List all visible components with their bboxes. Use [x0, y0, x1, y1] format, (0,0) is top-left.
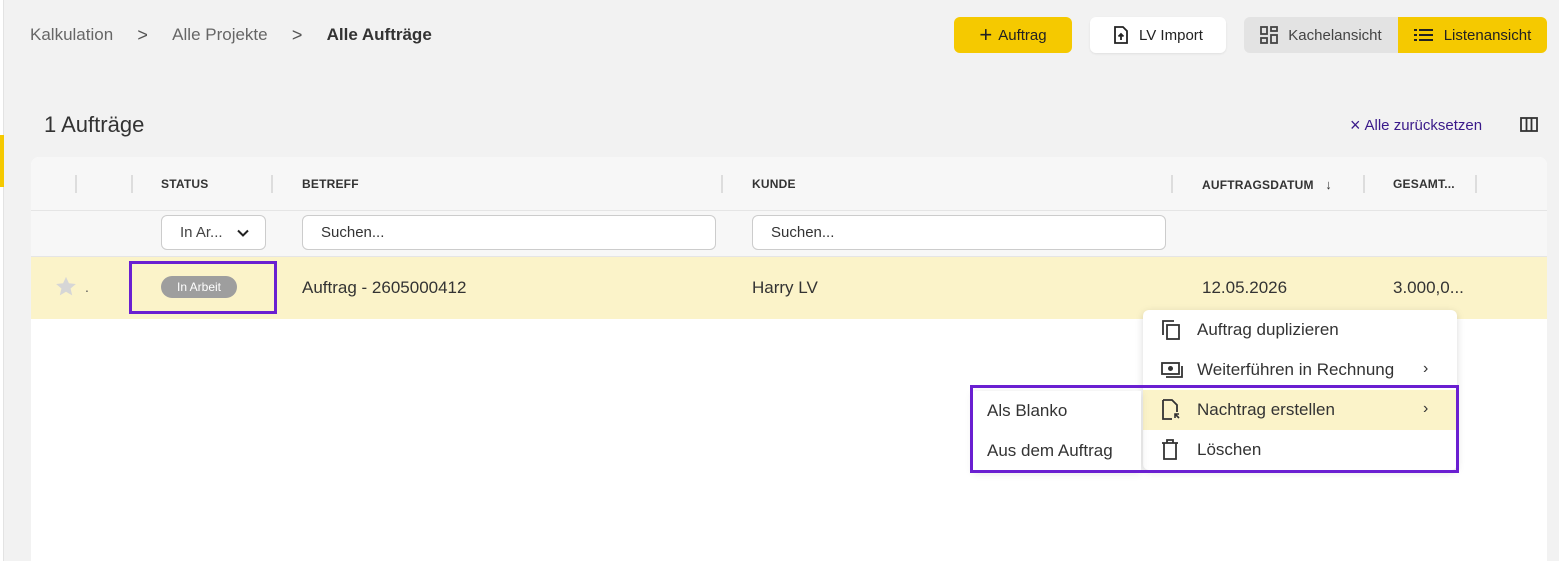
list-view-button[interactable]: Listenansicht — [1398, 17, 1547, 53]
plus-icon: + — [979, 22, 993, 47]
cell-gesamt: 3.000,0... — [1393, 278, 1464, 297]
breadcrumb-separator: > — [137, 24, 148, 45]
betreff-search-input[interactable] — [302, 215, 716, 250]
column-separator[interactable] — [1475, 175, 1477, 193]
orders-count: 1 Aufträge — [44, 112, 145, 137]
column-separator[interactable] — [1363, 175, 1365, 193]
table-header: STATUS BETREFF KUNDE AUFTRAGSDATUM ↓ GES… — [31, 157, 1547, 211]
menu-item-duplicate[interactable]: Auftrag duplizieren — [1143, 310, 1457, 350]
breadcrumb: Kalkulation > Alle Projekte > Alle Auftr… — [30, 22, 432, 48]
tile-view-label: Kachelansicht — [1288, 26, 1382, 44]
reset-filters-link[interactable]: × Alle zurücksetzen — [1350, 116, 1482, 134]
breadcrumb-kalkulation[interactable]: Kalkulation — [30, 25, 113, 45]
filter-row: In Ar... — [31, 211, 1547, 257]
lv-import-label: LV Import — [1139, 26, 1203, 44]
list-icon — [1413, 29, 1433, 41]
column-header-auftragsdatum-label: AUFTRAGSDATUM — [1202, 178, 1314, 192]
cell-auftragsdatum: 12.05.2026 — [1202, 278, 1288, 297]
star-icon[interactable] — [55, 276, 77, 297]
tile-view-button[interactable]: Kachelansicht — [1244, 17, 1398, 53]
column-header-betreff[interactable]: BETREFF — [302, 177, 359, 191]
add-auftrag-button[interactable]: + Auftrag — [954, 17, 1072, 53]
add-auftrag-label: Auftrag — [998, 26, 1047, 44]
column-header-auftragsdatum[interactable]: AUFTRAGSDATUM ↓ — [1202, 177, 1332, 192]
column-header-gesamt[interactable]: GESAMT... — [1393, 177, 1455, 191]
chevron-right-icon: › — [1423, 360, 1429, 377]
menu-item-invoice-label: Weiterführen in Rechnung — [1197, 360, 1395, 379]
column-separator — [131, 175, 133, 193]
file-upload-icon — [1114, 25, 1128, 44]
menu-item-invoice[interactable]: Weiterführen in Rechnung › — [1143, 350, 1457, 390]
left-sidebar-edge — [0, 0, 4, 561]
close-icon: × — [1350, 115, 1361, 135]
status-filter-value: In Ar... — [180, 224, 223, 241]
column-header-status[interactable]: STATUS — [161, 177, 208, 191]
column-separator[interactable] — [271, 175, 273, 193]
menu-item-duplicate-label: Auftrag duplizieren — [1197, 320, 1339, 339]
chevron-down-icon — [237, 229, 249, 237]
column-separator[interactable] — [1171, 175, 1173, 193]
breadcrumb-alle-projekte[interactable]: Alle Projekte — [172, 25, 267, 45]
status-filter-select[interactable]: In Ar... — [161, 215, 266, 250]
breadcrumb-alle-auftraege: Alle Aufträge — [326, 25, 432, 44]
column-header-kunde[interactable]: KUNDE — [752, 177, 796, 191]
reset-filters-label: Alle zurücksetzen — [1364, 116, 1483, 134]
cell-kunde: Harry LV — [752, 278, 818, 297]
sort-desc-icon: ↓ — [1325, 177, 1332, 192]
list-view-label: Listenansicht — [1443, 26, 1532, 44]
cell-betreff: Auftrag - 2605000412 — [302, 278, 467, 297]
invoice-icon — [1161, 362, 1183, 378]
columns-icon[interactable] — [1520, 117, 1538, 132]
row-marker: . — [85, 279, 89, 295]
sidebar-active-indicator — [0, 135, 4, 187]
lv-import-button[interactable]: LV Import — [1090, 17, 1226, 53]
view-toggle: Kachelansicht Listenansicht — [1244, 17, 1547, 53]
tiles-icon — [1260, 26, 1279, 44]
breadcrumb-separator: > — [291, 24, 303, 45]
kunde-search-input[interactable] — [752, 215, 1166, 250]
status-highlight-box — [129, 261, 277, 314]
column-separator — [75, 175, 77, 193]
column-separator[interactable] — [721, 175, 723, 193]
copy-icon — [1162, 320, 1180, 340]
submenu-highlight-box — [970, 385, 1459, 473]
